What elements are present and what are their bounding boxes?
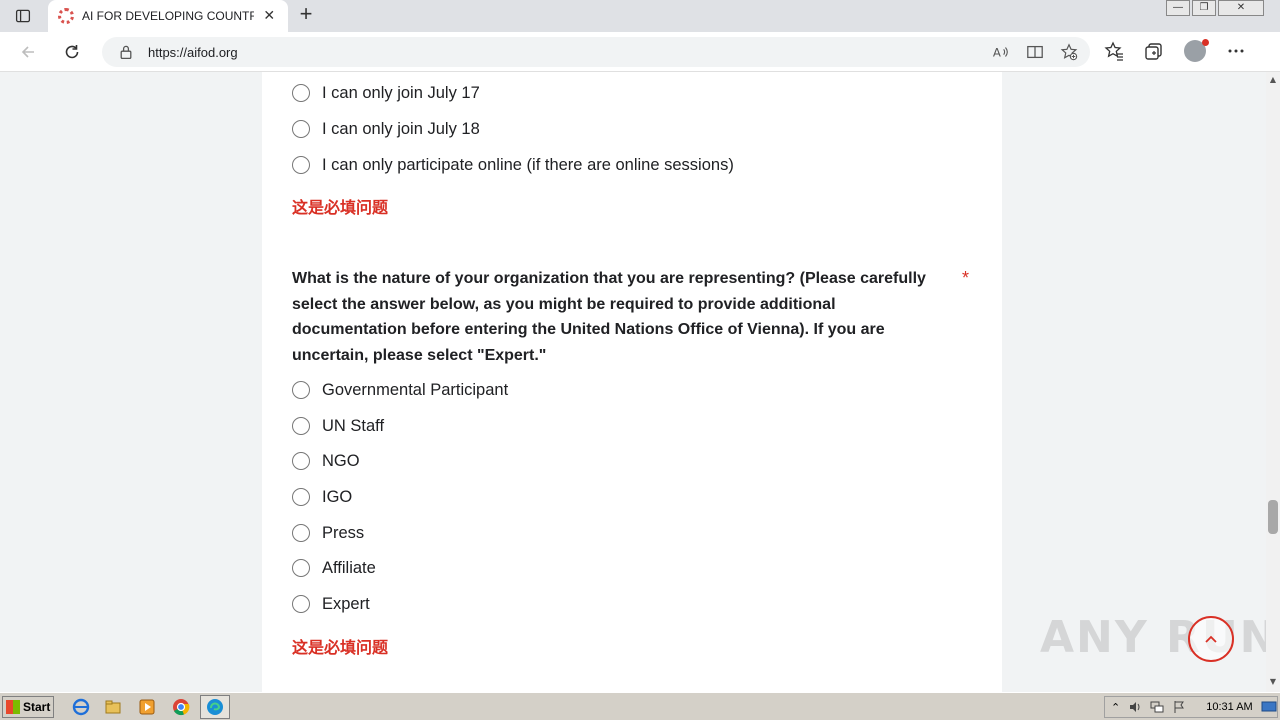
option-label: Affiliate <box>322 558 376 577</box>
radio-option-online[interactable]: I can only participate online (if there … <box>292 153 734 177</box>
collections-icon[interactable] <box>1144 41 1164 61</box>
scroll-down-arrow-icon[interactable]: ▼ <box>1269 678 1277 686</box>
read-aloud-icon[interactable]: A <box>992 43 1010 61</box>
radio-option-un-staff[interactable]: UN Staff <box>292 414 384 438</box>
minimize-button[interactable]: — <box>1166 0 1190 16</box>
back-arrow-icon <box>21 46 34 58</box>
immersive-reader-icon[interactable] <box>1026 43 1044 61</box>
favorites-icon[interactable] <box>1104 41 1124 61</box>
back-to-top-button[interactable] <box>1188 616 1234 662</box>
window-controls: — ❐ ✕ <box>1166 0 1264 16</box>
form-card: I can only join July 17 I can only join … <box>262 72 1002 692</box>
chrome-icon[interactable] <box>172 698 190 716</box>
browser-toolbar: https://aifod.org A <box>0 32 1280 72</box>
action-center-flag-icon[interactable] <box>1172 700 1186 714</box>
option-label: Governmental Participant <box>322 380 509 399</box>
radio-option-ngo[interactable]: NGO <box>292 449 360 473</box>
refresh-button[interactable] <box>60 40 84 64</box>
system-tray: ⌃ 10:31 AM <box>1104 696 1278 718</box>
maximize-button[interactable]: ❐ <box>1192 0 1216 16</box>
radio-option-july-17[interactable]: I can only join July 17 <box>292 81 480 105</box>
scroll-thumb[interactable] <box>1268 500 1278 534</box>
question-title: What is the nature of your organization … <box>292 270 926 364</box>
start-button[interactable]: Start <box>2 696 54 718</box>
lock-icon[interactable] <box>118 44 134 60</box>
profile-avatar[interactable] <box>1184 39 1209 62</box>
windows-logo-icon <box>6 700 20 714</box>
url-text[interactable]: https://aifod.org <box>148 45 238 60</box>
radio-option-governmental[interactable]: Governmental Participant <box>292 378 508 402</box>
radio-button[interactable] <box>292 559 310 577</box>
radio-button[interactable] <box>292 524 310 542</box>
required-error-message: 这是必填问题 <box>292 198 389 217</box>
radio-button[interactable] <box>292 595 310 613</box>
start-label: Start <box>23 700 51 714</box>
refresh-icon <box>65 45 79 59</box>
taskbar-edge-active[interactable] <box>200 695 230 719</box>
browser-tab-active[interactable]: AI FOR DEVELOPING COUNTRIES ✕ <box>48 0 288 32</box>
edge-browser-icon <box>207 699 223 715</box>
add-favorite-icon[interactable] <box>1060 43 1078 61</box>
tab-bar: AI FOR DEVELOPING COUNTRIES ✕ + — ❐ ✕ <box>0 0 1280 32</box>
watermark-logo: ANY RUN <box>1040 612 1279 663</box>
toolbar-right-icons <box>1104 39 1246 62</box>
radio-button[interactable] <box>292 417 310 435</box>
radio-button[interactable] <box>292 381 310 399</box>
option-label: I can only participate online (if there … <box>322 155 734 174</box>
network-icon[interactable] <box>1150 700 1164 714</box>
show-hidden-icons-icon[interactable]: ⌃ <box>1111 701 1120 714</box>
tab-title: AI FOR DEVELOPING COUNTRIES <box>82 9 255 23</box>
internet-explorer-icon[interactable] <box>72 698 90 716</box>
site-favicon-icon <box>58 8 74 24</box>
chevron-up-icon <box>1205 635 1217 643</box>
radio-option-july-18[interactable]: I can only join July 18 <box>292 117 480 141</box>
option-label: UN Staff <box>322 416 385 435</box>
address-bar-actions: A <box>992 43 1078 61</box>
tab-actions-icon <box>15 9 31 23</box>
file-explorer-icon[interactable] <box>104 698 122 716</box>
radio-button[interactable] <box>292 156 310 174</box>
close-tab-icon[interactable]: ✕ <box>260 8 278 24</box>
radio-button[interactable] <box>292 452 310 470</box>
more-options-icon[interactable] <box>1226 41 1246 61</box>
close-window-button[interactable]: ✕ <box>1218 0 1264 16</box>
radio-button[interactable] <box>292 120 310 138</box>
scroll-up-arrow-icon[interactable]: ▲ <box>1269 76 1277 84</box>
option-label: Press <box>322 523 365 542</box>
radio-button[interactable] <box>292 84 310 102</box>
volume-icon[interactable] <box>1128 700 1142 714</box>
option-label: NGO <box>322 451 360 470</box>
new-tab-button[interactable]: + <box>296 3 316 26</box>
option-label: I can only join July 17 <box>322 83 480 102</box>
back-button[interactable] <box>16 40 40 64</box>
address-bar[interactable]: https://aifod.org A <box>102 37 1090 67</box>
radio-button[interactable] <box>292 488 310 506</box>
radio-option-expert[interactable]: Expert <box>292 592 370 616</box>
radio-option-press[interactable]: Press <box>292 521 364 545</box>
windows-taskbar: Start ⌃ 10:31 AM <box>0 692 1280 720</box>
radio-option-igo[interactable]: IGO <box>292 485 352 509</box>
tab-actions-button[interactable] <box>10 6 36 26</box>
page-scrollbar[interactable]: ▲ ▼ <box>1266 72 1280 692</box>
page-viewport: I can only join July 17 I can only join … <box>0 72 1266 692</box>
show-desktop-icon[interactable] <box>1261 700 1277 714</box>
required-asterisk: * <box>962 268 970 288</box>
option-label: I can only join July 18 <box>322 119 480 138</box>
taskbar-clock[interactable]: 10:31 AM <box>1206 701 1252 713</box>
radio-option-affiliate[interactable]: Affiliate <box>292 556 376 580</box>
option-label: Expert <box>322 594 370 613</box>
media-player-icon[interactable] <box>138 698 156 716</box>
option-label: IGO <box>322 487 353 506</box>
required-error-message: 这是必填问题 <box>292 638 389 657</box>
svg-text:A: A <box>993 46 1001 60</box>
